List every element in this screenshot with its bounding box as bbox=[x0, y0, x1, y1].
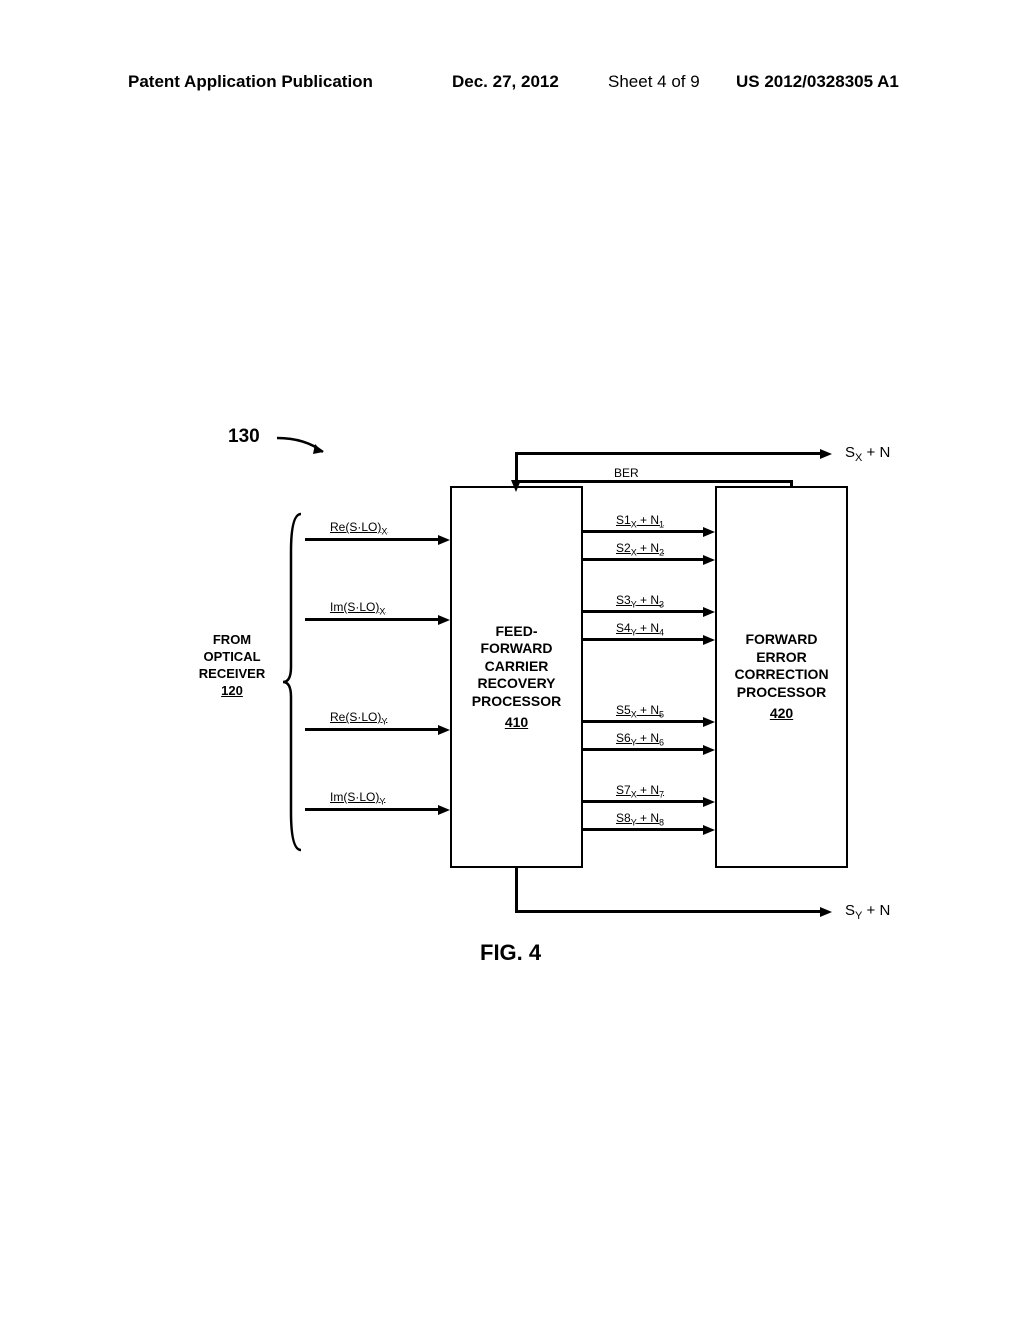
arrowhead-input-3 bbox=[438, 725, 450, 735]
arrowhead-mid-7 bbox=[703, 797, 715, 807]
box420-l4: PROCESSOR bbox=[737, 684, 826, 702]
box410-l4: RECOVERY bbox=[477, 675, 555, 693]
output-sy: SY + N bbox=[845, 902, 890, 922]
sy-line-h bbox=[515, 910, 820, 913]
arrow-mid-1 bbox=[583, 530, 703, 533]
sx-line-h bbox=[515, 452, 820, 455]
mid-signal-5: S5X + N5 bbox=[616, 703, 664, 719]
from-line3: RECEIVER bbox=[199, 666, 265, 681]
from-num: 120 bbox=[221, 683, 243, 698]
figure-diagram: 130 FROM OPTICAL RECEIVER 120 FEED- FORW… bbox=[0, 0, 1024, 1320]
mid-signal-4: S4Y + N4 bbox=[616, 621, 664, 637]
arrowhead-mid-3 bbox=[703, 607, 715, 617]
box420-l2: ERROR bbox=[756, 649, 807, 667]
box410-num: 410 bbox=[505, 714, 528, 732]
sx-arrowhead bbox=[820, 449, 832, 459]
input-source-label: FROM OPTICAL RECEIVER 120 bbox=[182, 632, 282, 700]
arrowhead-input-1 bbox=[438, 535, 450, 545]
mid-signal-8: S8Y + N8 bbox=[616, 811, 664, 827]
input-signal-3: Re(S·LO)Y bbox=[330, 710, 387, 726]
arrowhead-mid-8 bbox=[703, 825, 715, 835]
input-signal-2: Im(S·LO)X bbox=[330, 600, 385, 616]
mid-signal-3: S3Y + N3 bbox=[616, 593, 664, 609]
arrowhead-input-4 bbox=[438, 805, 450, 815]
arrow-mid-7 bbox=[583, 800, 703, 803]
box410-l2: FORWARD bbox=[480, 640, 552, 658]
box420-num: 420 bbox=[770, 705, 793, 723]
ber-label: BER bbox=[614, 466, 639, 480]
reference-number-130: 130 bbox=[228, 426, 260, 448]
box-feed-forward-processor: FEED- FORWARD CARRIER RECOVERY PROCESSOR… bbox=[450, 486, 583, 868]
from-line2: OPTICAL bbox=[203, 649, 260, 664]
figure-caption: FIG. 4 bbox=[480, 940, 541, 966]
input-brace-icon bbox=[283, 512, 303, 852]
arrowhead-mid-1 bbox=[703, 527, 715, 537]
arrow-input-4 bbox=[305, 808, 438, 811]
arrow-mid-2 bbox=[583, 558, 703, 561]
arrow-mid-4 bbox=[583, 638, 703, 641]
sy-arrowhead bbox=[820, 907, 832, 917]
arrowhead-mid-5 bbox=[703, 717, 715, 727]
box410-l5: PROCESSOR bbox=[472, 693, 561, 711]
arrow-input-1 bbox=[305, 538, 438, 541]
input-signal-4: Im(S·LO)Y bbox=[330, 790, 385, 806]
ref-arrow-icon bbox=[275, 432, 335, 462]
box420-l1: FORWARD bbox=[745, 631, 817, 649]
sy-line-v bbox=[515, 866, 518, 912]
arrow-mid-8 bbox=[583, 828, 703, 831]
box420-l3: CORRECTION bbox=[734, 666, 828, 684]
arrowhead-input-2 bbox=[438, 615, 450, 625]
mid-signal-1: S1X + N1 bbox=[616, 513, 664, 529]
arrowhead-mid-2 bbox=[703, 555, 715, 565]
arrowhead-mid-6 bbox=[703, 745, 715, 755]
arrow-input-3 bbox=[305, 728, 438, 731]
sx-line-v bbox=[515, 452, 518, 488]
output-sx: SX + N bbox=[845, 444, 890, 464]
arrow-input-2 bbox=[305, 618, 438, 621]
arrow-mid-3 bbox=[583, 610, 703, 613]
box410-l3: CARRIER bbox=[485, 658, 549, 676]
arrow-mid-5 bbox=[583, 720, 703, 723]
mid-signal-6: S6Y + N6 bbox=[616, 731, 664, 747]
box410-l1: FEED- bbox=[496, 623, 538, 641]
arrow-mid-6 bbox=[583, 748, 703, 751]
mid-signal-7: S7X + N7 bbox=[616, 783, 664, 799]
arrowhead-mid-4 bbox=[703, 635, 715, 645]
mid-signal-2: S2X + N2 bbox=[616, 541, 664, 557]
from-line1: FROM bbox=[213, 632, 251, 647]
ber-line-h bbox=[515, 480, 793, 483]
input-signal-1: Re(S·LO)X bbox=[330, 520, 387, 536]
box-forward-error-correction-processor: FORWARD ERROR CORRECTION PROCESSOR 420 bbox=[715, 486, 848, 868]
